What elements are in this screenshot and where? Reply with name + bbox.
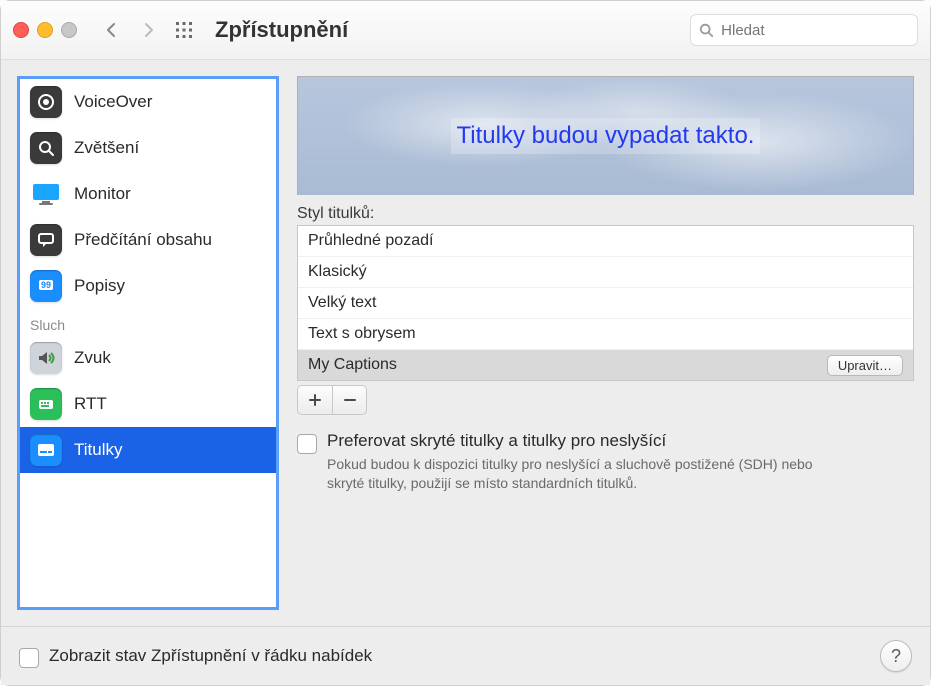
sidebar-item-label: Titulky [74, 440, 123, 460]
style-list-label: Styl titulků: [297, 205, 914, 223]
prefer-sdh-label: Preferovat skryté titulky a titulky pro … [327, 431, 847, 451]
zoom-icon [30, 132, 62, 164]
sidebar-item-captions[interactable]: Titulky [20, 427, 276, 473]
add-style-button[interactable] [298, 386, 332, 414]
chevron-left-icon [104, 22, 120, 38]
style-name: Průhledné pozadí [308, 232, 433, 250]
search-field[interactable] [690, 14, 918, 46]
style-row[interactable]: Text s obrysem [298, 319, 913, 350]
speaker-icon [30, 342, 62, 374]
caption-preview-text: Titulky budou vypadat takto. [451, 118, 761, 154]
grid-icon [174, 20, 194, 40]
prefer-sdh-description: Pokud budou k dispozici titulky pro nesl… [327, 455, 847, 493]
forward-button[interactable] [135, 17, 161, 43]
sidebar-item-label: Předčítání obsahu [74, 230, 212, 250]
search-input[interactable] [719, 21, 909, 40]
captions-icon [30, 434, 62, 466]
toolbar: Zpřístupnění [1, 1, 930, 60]
prefer-sdh-row: Preferovat skryté titulky a titulky pro … [297, 431, 914, 493]
footer: Zobrazit stav Zpřístupnění v řádku nabíd… [1, 626, 930, 685]
show-all-button[interactable] [171, 17, 197, 43]
help-icon: ? [891, 646, 901, 667]
prefer-sdh-checkbox[interactable] [297, 434, 317, 454]
sidebar: VoiceOver Zvětšení Monitor [17, 76, 279, 610]
window-controls [13, 22, 77, 38]
style-row[interactable]: Velký text [298, 288, 913, 319]
display-icon [30, 178, 62, 210]
help-button[interactable]: ? [880, 640, 912, 672]
window-body: VoiceOver Zvětšení Monitor [1, 60, 930, 685]
voiceover-icon [30, 86, 62, 118]
minimize-window-button[interactable] [37, 22, 53, 38]
zoom-window-button[interactable] [61, 22, 77, 38]
sidebar-item-label: Zvuk [74, 348, 111, 368]
remove-style-button[interactable] [332, 386, 366, 414]
edit-style-button[interactable]: Upravit… [827, 355, 903, 376]
speech-bubble-icon [30, 224, 62, 256]
sidebar-item-label: RTT [74, 394, 107, 414]
plus-icon [307, 392, 323, 408]
page-title: Zpřístupnění [215, 17, 348, 43]
style-name: Klasický [308, 263, 367, 281]
style-row[interactable]: Klasický [298, 257, 913, 288]
sidebar-group-hearing: Sluch [20, 309, 276, 335]
sidebar-item-label: Monitor [74, 184, 131, 204]
sidebar-item-label: Popisy [74, 276, 125, 296]
preferences-window: Zpřístupnění VoiceOver [0, 0, 931, 686]
back-button[interactable] [99, 17, 125, 43]
add-remove-group [297, 385, 367, 415]
style-row[interactable]: Průhledné pozadí [298, 226, 913, 257]
chevron-right-icon [140, 22, 156, 38]
minus-icon [342, 392, 358, 408]
close-window-button[interactable] [13, 22, 29, 38]
style-name: Velký text [308, 294, 376, 312]
sidebar-item-label: VoiceOver [74, 92, 152, 112]
show-status-checkbox[interactable] [19, 648, 39, 668]
style-row-selected[interactable]: My Captions Upravit… [298, 350, 913, 380]
svg-text:99: 99 [41, 280, 51, 290]
caption-preview: Titulky budou vypadat takto. [297, 76, 914, 195]
sidebar-item-zoom[interactable]: Zvětšení [20, 125, 276, 171]
style-name: Text s obrysem [308, 325, 416, 343]
sidebar-item-rtt[interactable]: RTT [20, 381, 276, 427]
sidebar-item-display[interactable]: Monitor [20, 171, 276, 217]
descriptions-icon: 99 [30, 270, 62, 302]
sidebar-item-descriptions[interactable]: 99 Popisy [20, 263, 276, 309]
style-name: My Captions [308, 356, 397, 374]
sidebar-item-audio[interactable]: Zvuk [20, 335, 276, 381]
search-icon [699, 22, 713, 38]
sidebar-item-speak-content[interactable]: Předčítání obsahu [20, 217, 276, 263]
caption-style-list[interactable]: Průhledné pozadí Klasický Velký text Tex… [297, 225, 914, 381]
main-area: VoiceOver Zvětšení Monitor [1, 60, 930, 626]
show-status-label: Zobrazit stav Zpřístupnění v řádku nabíd… [49, 646, 372, 666]
sidebar-item-label: Zvětšení [74, 138, 139, 158]
rtt-icon [30, 388, 62, 420]
captions-pane: Titulky budou vypadat takto. Styl titulk… [297, 76, 914, 610]
sidebar-item-voiceover[interactable]: VoiceOver [20, 79, 276, 125]
